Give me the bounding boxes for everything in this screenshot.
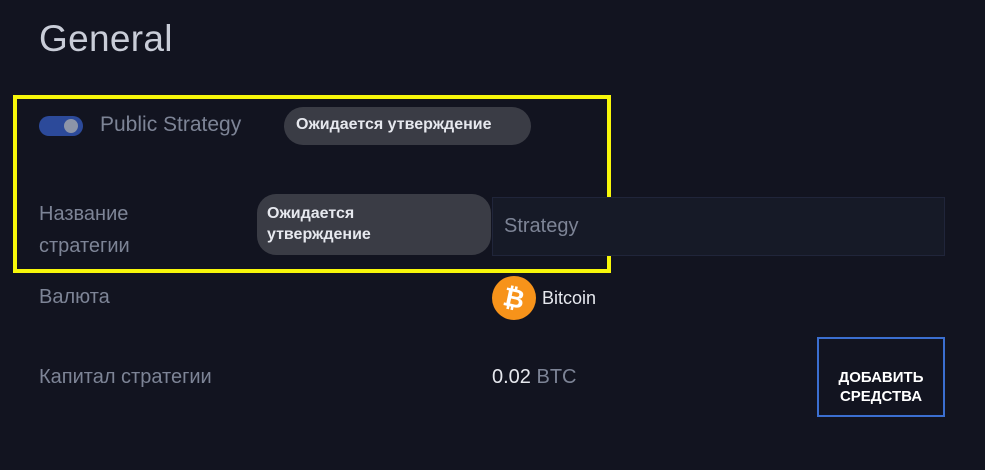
toggle-knob (64, 119, 78, 133)
strategy-name-input[interactable] (492, 197, 945, 256)
capital-amount: 0.02 (492, 366, 531, 388)
currency-value: Bitcoin (542, 288, 597, 308)
capital-label: Капитал стратегии (39, 366, 212, 388)
add-funds-button[interactable]: ДОБАВИТЬ СРЕДСТВА (817, 337, 945, 417)
general-settings-page: General Public Strategy Ожидается утверж… (0, 0, 985, 470)
page-title: General (39, 18, 173, 59)
pending-approval-badge: Ожидается утверждение (284, 107, 531, 145)
strategy-name-label: Название стратегии (39, 203, 130, 257)
public-strategy-toggle[interactable] (39, 116, 83, 136)
name-pending-approval-badge: Ожидается утверждение (257, 194, 491, 255)
currency-label: Валюта (39, 286, 110, 308)
bitcoin-icon-glyph: ₿ (500, 281, 528, 315)
public-strategy-label: Public Strategy (100, 113, 242, 136)
bitcoin-icon: ₿ (492, 276, 536, 320)
capital-value: 0.02 BTC (492, 366, 577, 389)
capital-unit: BTC (536, 366, 577, 388)
